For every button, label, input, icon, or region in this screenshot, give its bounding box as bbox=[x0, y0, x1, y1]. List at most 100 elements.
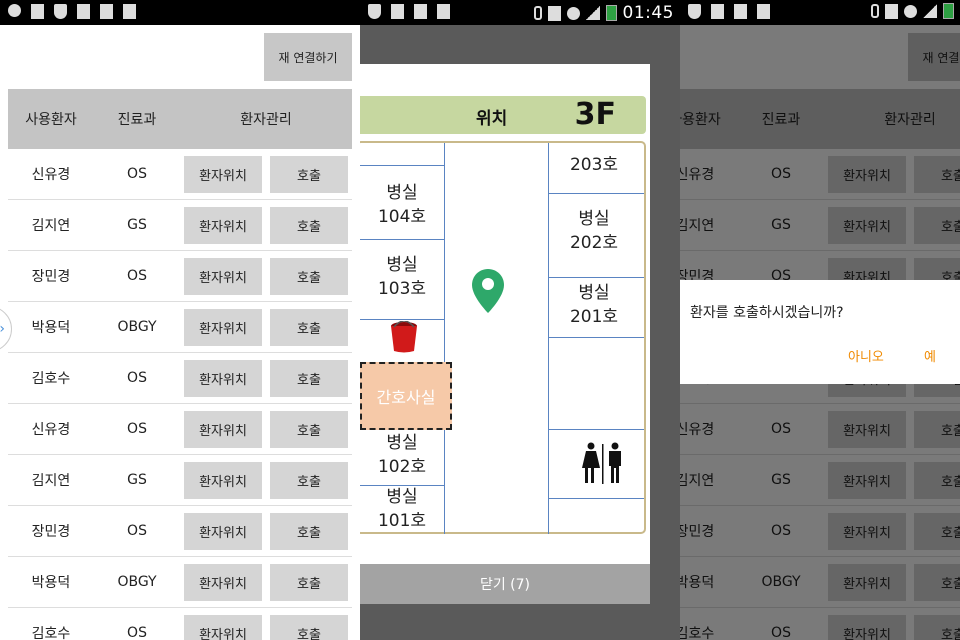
close-button[interactable]: 닫기 (7) bbox=[360, 564, 650, 604]
table-row: 장민경 OS 환자위치호출 bbox=[8, 506, 352, 557]
wrench-icon bbox=[711, 4, 724, 19]
row-actions: 환자위치호출 bbox=[180, 257, 352, 295]
floor-label: 3F bbox=[574, 97, 616, 132]
row-actions: 환자위치호출 bbox=[180, 359, 352, 397]
call-button[interactable]: 호출 bbox=[270, 614, 348, 640]
map-title-bar: 위치 3F bbox=[360, 96, 646, 134]
wall bbox=[360, 239, 444, 240]
clock: 01:45 bbox=[622, 3, 674, 23]
patient-name: 신유경 bbox=[31, 422, 71, 438]
status-bar bbox=[680, 0, 960, 25]
patient-name: 박용덕 bbox=[31, 575, 71, 591]
map-title: 위치 bbox=[476, 109, 508, 129]
patient-location-button[interactable]: 환자위치 bbox=[184, 308, 262, 346]
status-bar bbox=[0, 0, 360, 25]
patient-dept: OS bbox=[127, 166, 147, 182]
patient-location-button[interactable]: 환자위치 bbox=[184, 461, 262, 499]
call-confirm-screen: 재 연결하기 사용환자 진료과 환자관리 신유경OS환자위치호출김지연GS환자위… bbox=[680, 0, 960, 640]
table-row: 김호수 OS 환자위치호출 bbox=[8, 353, 352, 404]
location-map-screen: 01:45 위치 3F 병실 104호 병실 103호 병실 102호 병실 101호 … bbox=[360, 0, 680, 640]
table-row: 박용덕 OBGY 환자위치호출 bbox=[8, 302, 352, 353]
patient-location-button[interactable]: 환자위치 bbox=[184, 512, 262, 550]
wall bbox=[548, 143, 549, 534]
signal-icon bbox=[923, 4, 937, 18]
room-201: 병실 201호 bbox=[569, 283, 619, 327]
patient-location-button[interactable]: 환자위치 bbox=[184, 410, 262, 448]
room-203: 203호 bbox=[569, 155, 619, 175]
patient-name: 장민경 bbox=[31, 269, 71, 285]
wall bbox=[548, 498, 644, 499]
call-button[interactable]: 호출 bbox=[270, 359, 348, 397]
wall bbox=[444, 143, 445, 534]
call-button[interactable]: 호출 bbox=[270, 563, 348, 601]
wall bbox=[548, 337, 644, 338]
bluetooth-icon bbox=[871, 4, 879, 18]
call-button[interactable]: 호출 bbox=[270, 155, 348, 193]
room-102: 병실 102호 bbox=[377, 433, 427, 477]
usb-icon bbox=[31, 4, 44, 19]
patient-list-screen: 재 연결하기 사용환자 진료과 환자관리 신유경 OS 환자위치 호출 김지연 GS 환자위… bbox=[0, 0, 360, 640]
sim-icon bbox=[414, 4, 427, 19]
header-manage: 환자관리 bbox=[240, 112, 292, 128]
shield-icon bbox=[688, 4, 701, 19]
confirm-message: 환자를 호출하시겠습니까? bbox=[690, 305, 844, 321]
row-actions: 환자위치호출 bbox=[180, 206, 352, 244]
bucket-icon bbox=[391, 321, 417, 353]
wall bbox=[548, 429, 644, 430]
patient-dept: OBGY bbox=[117, 319, 157, 335]
location-icon bbox=[8, 4, 21, 17]
chevron-right-icon: › bbox=[0, 321, 5, 337]
wall bbox=[360, 319, 444, 320]
reconnect-button[interactable]: 재 연결하기 bbox=[264, 33, 352, 81]
status-bar: 01:45 bbox=[360, 0, 680, 25]
patient-name: 김호수 bbox=[31, 626, 71, 640]
call-button[interactable]: 호출 bbox=[270, 206, 348, 244]
call-button[interactable]: 호출 bbox=[270, 512, 348, 550]
patient-dept: OS bbox=[127, 523, 147, 539]
row-actions: 환자위치호출 bbox=[180, 155, 352, 193]
flag-icon bbox=[757, 4, 770, 19]
patient-location-button[interactable]: 환자위치 bbox=[184, 614, 262, 640]
mute-icon bbox=[547, 5, 561, 21]
call-button[interactable]: 호출 bbox=[270, 461, 348, 499]
patient-dept: OS bbox=[127, 268, 147, 284]
room-101: 병실 101호 bbox=[377, 487, 427, 531]
battery-icon bbox=[605, 5, 617, 21]
patient-location-button[interactable]: 환자위치 bbox=[184, 257, 262, 295]
header-dept: 진료과 bbox=[117, 112, 157, 128]
call-button[interactable]: 호출 bbox=[270, 308, 348, 346]
shield-icon bbox=[54, 4, 67, 19]
location-pin-icon bbox=[472, 269, 504, 313]
patient-location-button[interactable]: 환자위치 bbox=[184, 155, 262, 193]
flag-icon bbox=[123, 4, 136, 19]
mute-icon bbox=[885, 3, 898, 19]
patient-location-button[interactable]: 환자위치 bbox=[184, 206, 262, 244]
yes-button[interactable]: 예 bbox=[924, 346, 936, 365]
patient-name: 김호수 bbox=[31, 371, 71, 387]
wifi-icon bbox=[904, 4, 917, 18]
map-dialog: 위치 3F 병실 104호 병실 103호 병실 102호 병실 101호 203호 병… bbox=[360, 64, 650, 604]
restroom-icon bbox=[582, 442, 621, 484]
patient-location-button[interactable]: 환자위치 bbox=[184, 359, 262, 397]
call-button[interactable]: 호출 bbox=[270, 410, 348, 448]
row-actions: 환자위치호출 bbox=[180, 512, 352, 550]
patient-rows: 신유경OS환자위치호출김지연GS환자위치호출장민경OS환자위치호출박용덕OBGY… bbox=[8, 149, 352, 640]
patient-name: 신유경 bbox=[31, 167, 71, 183]
patient-location-button[interactable]: 환자위치 bbox=[184, 563, 262, 601]
call-button[interactable]: 호출 bbox=[270, 257, 348, 295]
header-patient: 사용환자 bbox=[25, 112, 77, 128]
row-actions: 환자위치 호출 bbox=[180, 614, 352, 640]
row-actions: 환자위치호출 bbox=[180, 563, 352, 601]
row-actions: 환자위치호출 bbox=[180, 461, 352, 499]
table-header: 사용환자 진료과 환자관리 bbox=[8, 89, 352, 149]
table-row: 김지연 GS 환자위치호출 bbox=[8, 455, 352, 506]
sim-icon bbox=[100, 4, 113, 19]
confirm-dialog: 환자를 호출하시겠습니까? 아니오 예 bbox=[680, 280, 960, 384]
patient-name: 장민경 bbox=[31, 524, 71, 540]
wifi-icon bbox=[566, 6, 580, 20]
patient-dept: OBGY bbox=[117, 574, 157, 590]
wall bbox=[548, 193, 644, 194]
patient-name: 박용덕 bbox=[31, 320, 71, 336]
no-button[interactable]: 아니오 bbox=[848, 346, 884, 365]
room-202: 병실 202호 bbox=[569, 209, 619, 253]
